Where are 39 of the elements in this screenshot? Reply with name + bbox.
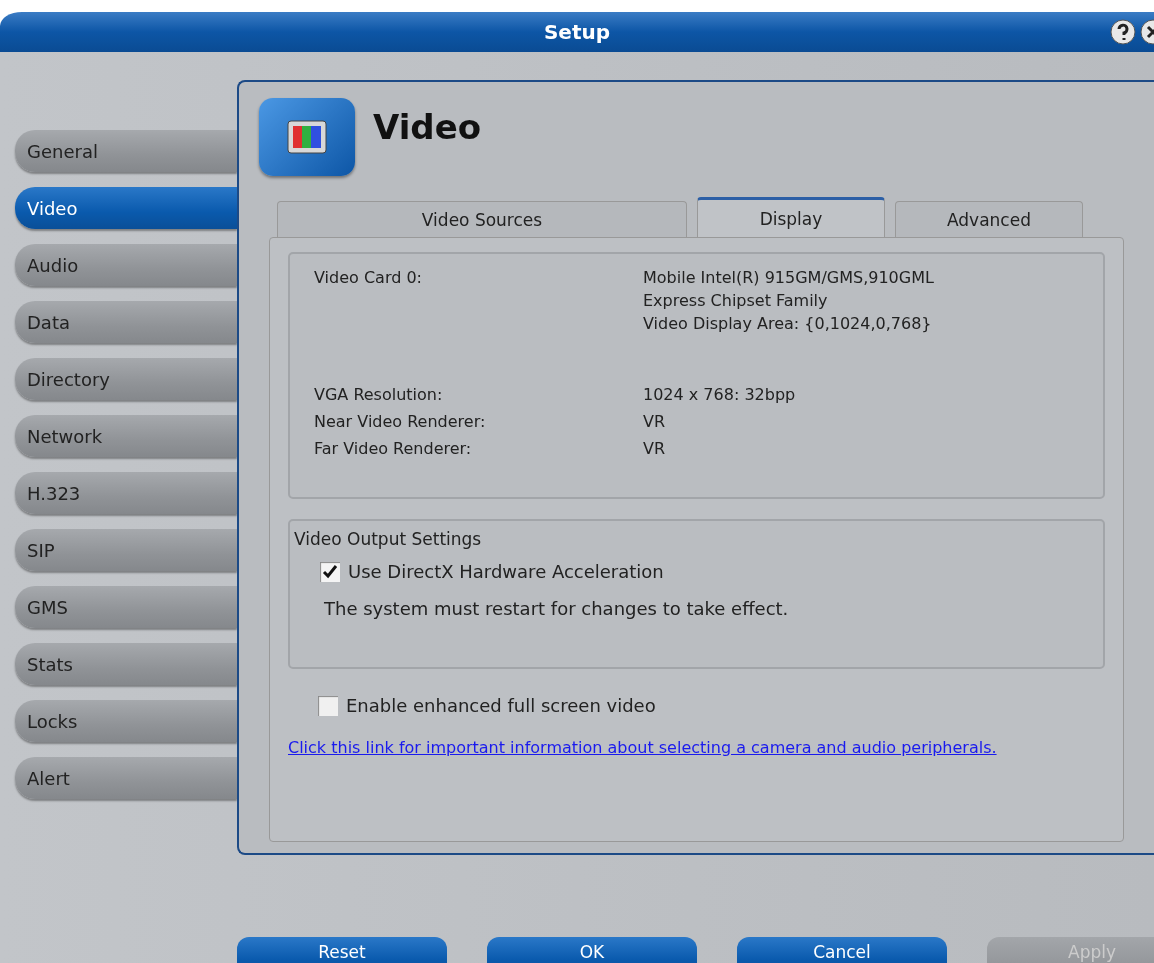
- sidebar-item[interactable]: H.323: [15, 472, 237, 514]
- info-label: Video Card 0:: [314, 268, 423, 289]
- info-value: Express Chipset Family: [643, 291, 829, 310]
- info-value: Video Display Area: {0,1024,0,768}: [643, 314, 933, 333]
- dialog-button[interactable]: OK: [487, 937, 697, 963]
- tab[interactable]: Video Sources: [277, 201, 687, 237]
- info-value: VR: [643, 439, 667, 458]
- monitor-icon: [259, 98, 355, 176]
- sidebar-item[interactable]: General: [15, 130, 237, 172]
- info-value: Mobile Intel(R) 915GM/GMS,910GML: [643, 268, 935, 287]
- info-label: VGA Resolution:: [314, 385, 444, 404]
- sidebar-item[interactable]: Locks: [15, 700, 237, 742]
- help-icon[interactable]: [1110, 19, 1136, 45]
- info-label: Near Video Renderer:: [314, 412, 487, 431]
- dialog-button[interactable]: Reset: [237, 937, 447, 963]
- restart-note: The system must restart for changes to take effect.: [324, 598, 790, 619]
- sidebar-item[interactable]: Audio: [15, 244, 237, 286]
- checkbox-label: Enable enhanced full screen video: [346, 695, 656, 716]
- panel-title: Video: [373, 107, 482, 147]
- info-link[interactable]: Click this link for important information about selecting a camera and audio peripherals.: [288, 736, 1048, 760]
- checkbox[interactable]: [318, 695, 338, 716]
- sidebar-item[interactable]: Alert: [15, 757, 237, 799]
- dialog-button[interactable]: Cancel: [737, 937, 947, 963]
- tab[interactable]: Advanced: [895, 201, 1083, 237]
- sidebar-item[interactable]: Directory: [15, 358, 237, 400]
- window-title: Setup: [543, 20, 611, 44]
- checkbox-label: Use DirectX Hardware Acceleration: [348, 561, 664, 582]
- sidebar-item[interactable]: Stats: [15, 643, 237, 685]
- info-label: Far Video Renderer:: [314, 439, 473, 458]
- info-value: VR: [643, 412, 667, 431]
- group-title: Video Output Settings: [294, 529, 483, 549]
- sidebar-item[interactable]: Data: [15, 301, 237, 343]
- sidebar-item[interactable]: GMS: [15, 586, 237, 628]
- sidebar-item[interactable]: Video: [15, 187, 237, 229]
- sidebar-item[interactable]: Network: [15, 415, 237, 457]
- info-value: 1024 x 768: 32bpp: [643, 385, 797, 404]
- sidebar-item[interactable]: SIP: [15, 529, 237, 571]
- tab[interactable]: Display: [697, 197, 885, 237]
- checkbox[interactable]: [320, 561, 340, 582]
